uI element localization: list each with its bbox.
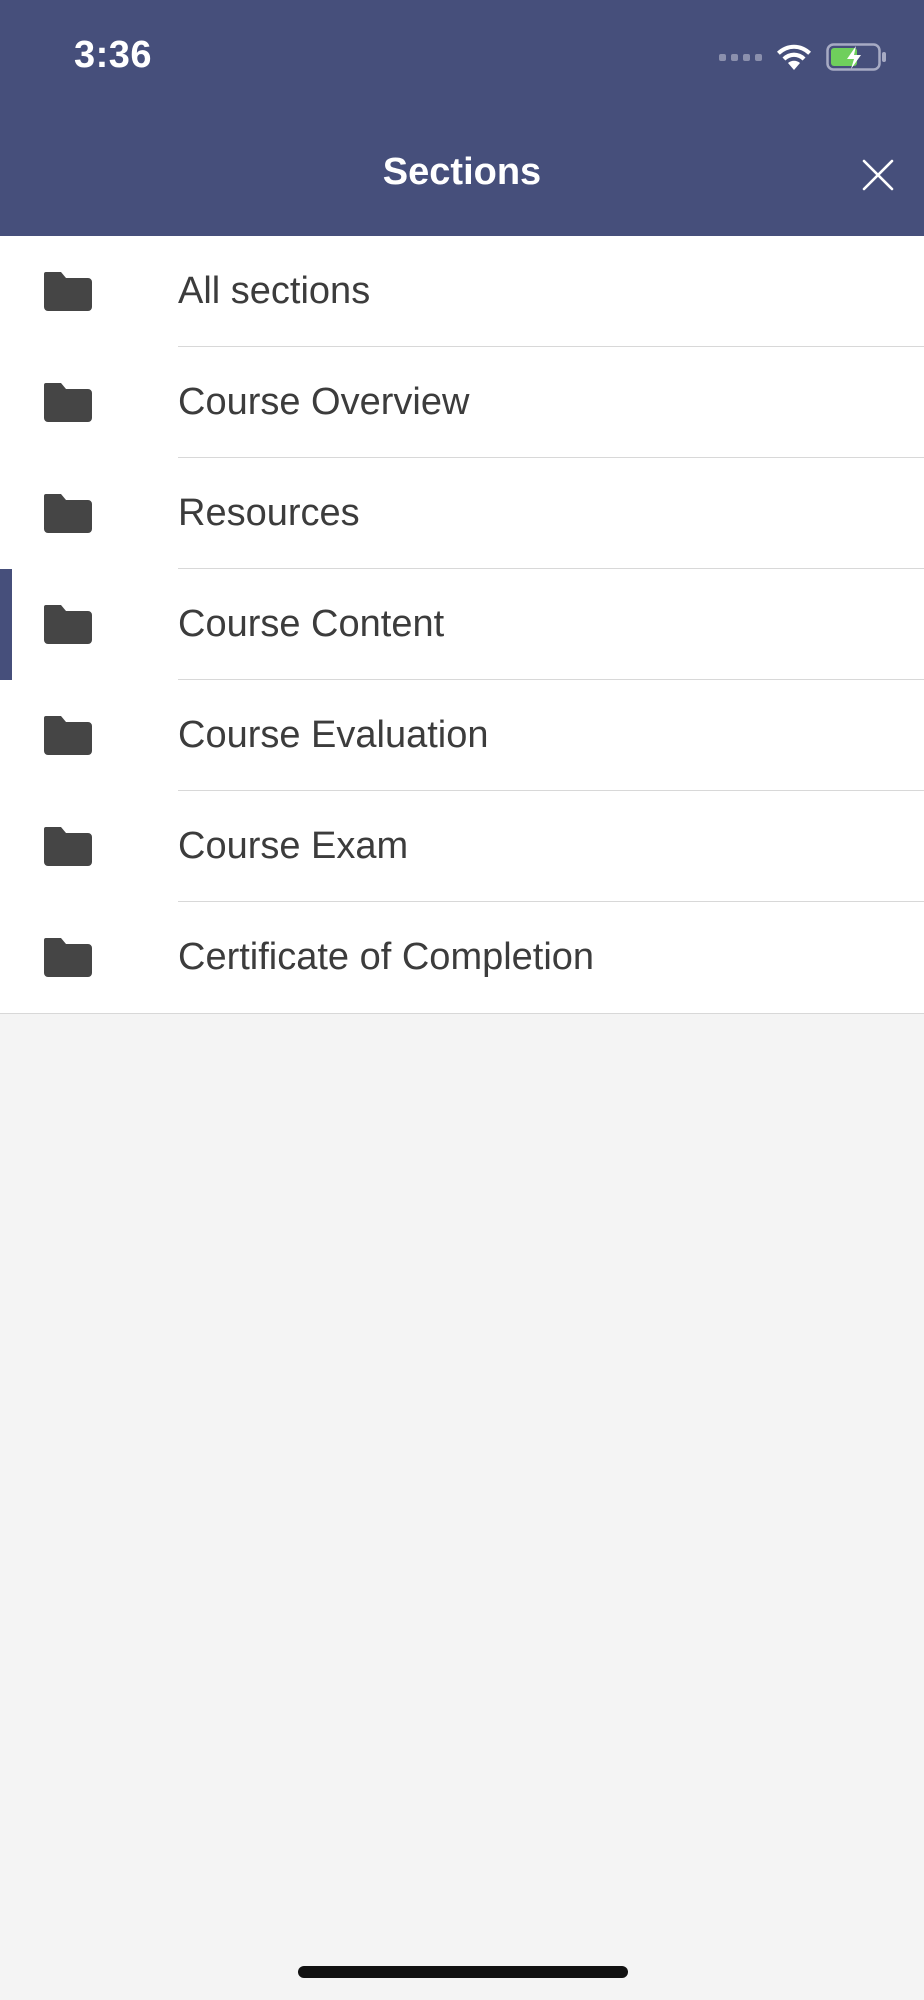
section-item-course-overview[interactable]: Course Overview	[0, 347, 924, 458]
section-label: Course Content	[178, 603, 445, 645]
section-item-course-content[interactable]: Course Content	[0, 569, 924, 680]
battery-charging-icon	[826, 43, 886, 71]
home-indicator[interactable]	[298, 1966, 628, 1978]
folder-icon	[44, 716, 92, 755]
section-label: Resources	[178, 492, 360, 534]
page-title: Sections	[382, 151, 542, 193]
section-label: All sections	[178, 270, 371, 312]
wifi-icon	[777, 44, 811, 70]
close-icon	[862, 159, 894, 191]
section-item-certificate-of-completion[interactable]: Certificate of Completion	[0, 902, 924, 1013]
status-icons	[719, 40, 888, 74]
folder-icon	[44, 383, 92, 422]
section-label: Course Overview	[178, 381, 470, 423]
section-item-course-evaluation[interactable]: Course Evaluation	[0, 680, 924, 791]
folder-icon	[44, 272, 92, 311]
signal-dots-icon	[719, 53, 762, 61]
folder-icon	[44, 938, 92, 977]
close-button[interactable]	[850, 150, 906, 200]
sections-list: All sections Course Overview Resources C…	[0, 236, 924, 1014]
folder-icon	[44, 827, 92, 866]
section-label: Course Evaluation	[178, 714, 489, 756]
app-header: 3:36 Sections	[0, 0, 924, 236]
section-item-resources[interactable]: Resources	[0, 458, 924, 569]
section-label: Course Exam	[178, 825, 409, 867]
folder-icon	[44, 605, 92, 644]
active-indicator	[0, 569, 12, 680]
status-time: 3:36	[74, 34, 153, 76]
section-item-all-sections[interactable]: All sections	[0, 236, 924, 347]
section-item-course-exam[interactable]: Course Exam	[0, 791, 924, 902]
section-label: Certificate of Completion	[178, 936, 595, 978]
folder-icon	[44, 494, 92, 533]
